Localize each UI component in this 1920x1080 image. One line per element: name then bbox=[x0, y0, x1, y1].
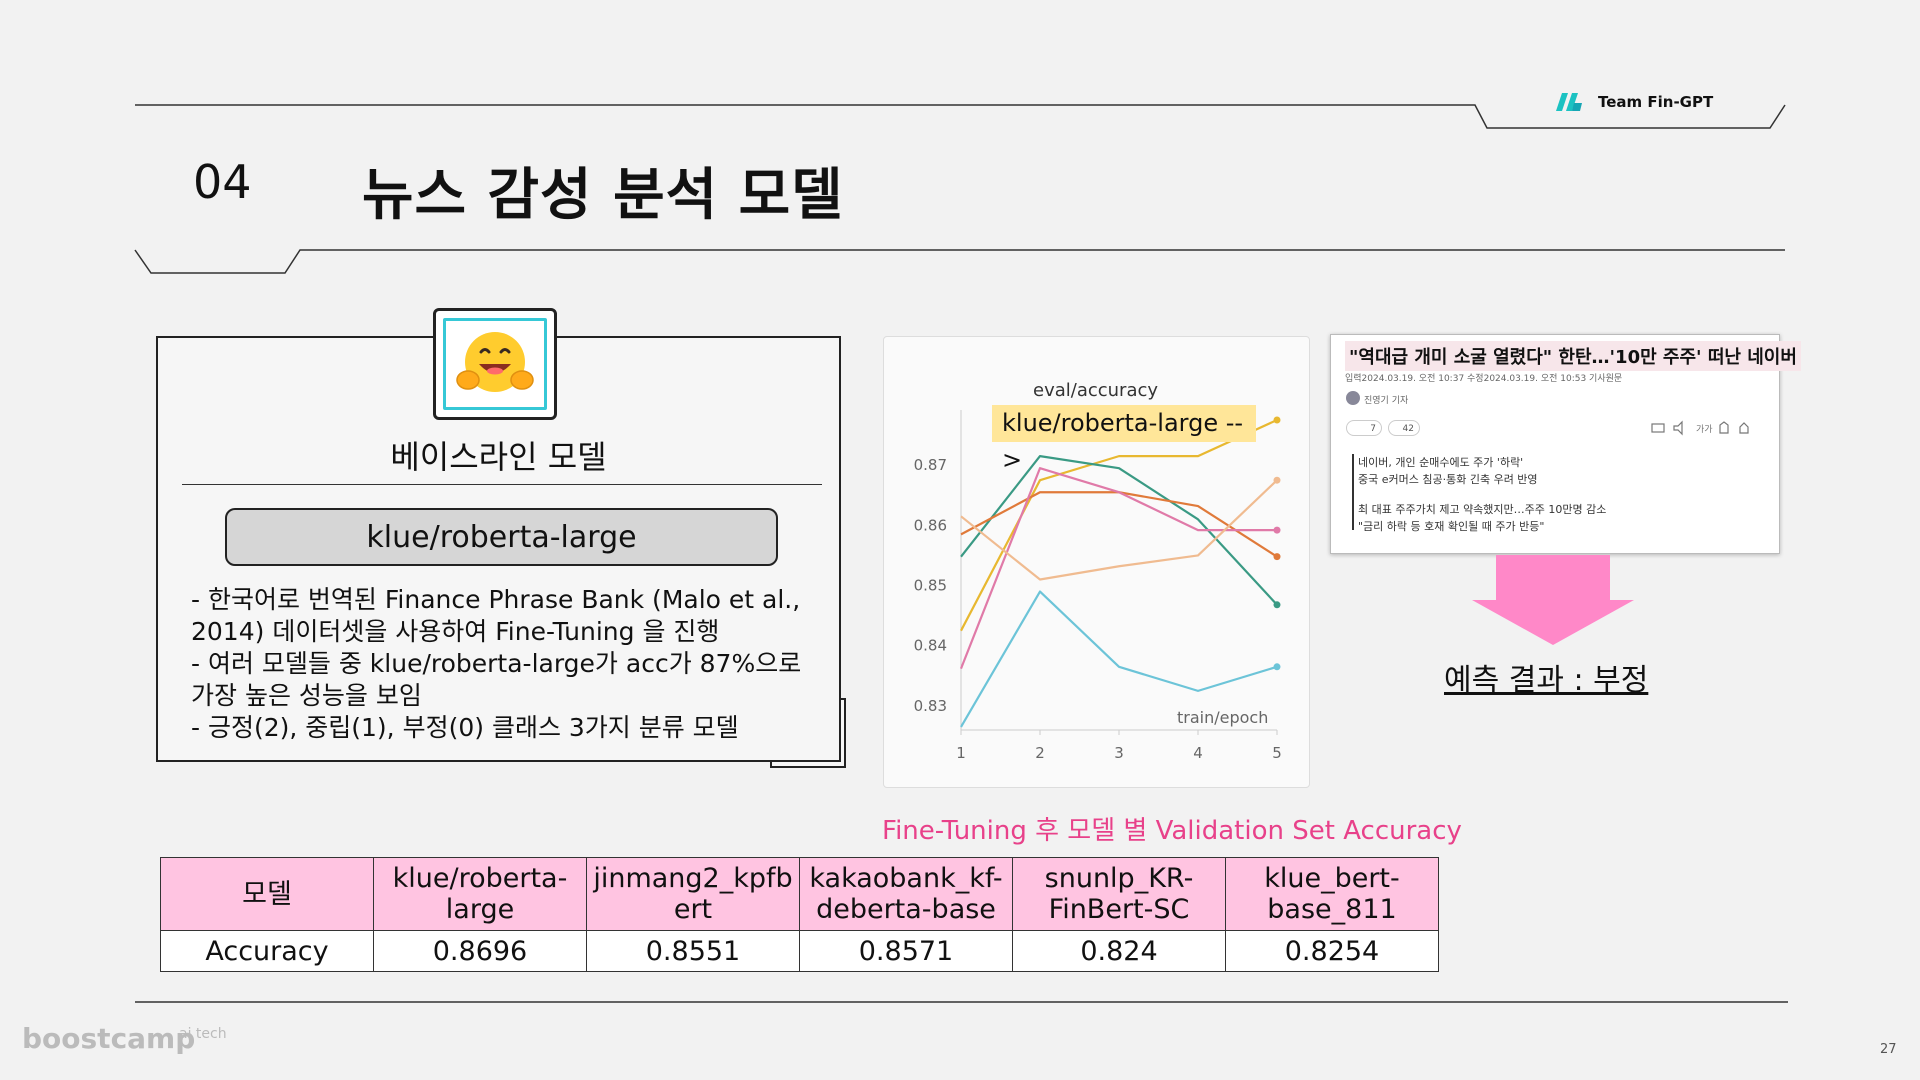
accuracy-table: 모델 klue/roberta-large jinmang2_kpfb ert k… bbox=[160, 857, 1439, 972]
audio-icon[interactable] bbox=[1673, 420, 1683, 436]
print-icon[interactable] bbox=[1651, 423, 1665, 433]
chart-series-end-point-1 bbox=[1273, 416, 1281, 424]
table-cell: 0.8551 bbox=[586, 930, 800, 972]
chart-x-tick-label: 1 bbox=[956, 744, 966, 762]
down-arrow-icon bbox=[1472, 555, 1634, 645]
table-caption: Fine-Tuning 후 모델 별 Validation Set Accura… bbox=[882, 816, 1462, 846]
news-meta: 입력2024.03.19. 오전 10:37 수정2024.03.19. 오전 … bbox=[1345, 374, 1623, 384]
reaction-like-count: 7 bbox=[1370, 424, 1376, 434]
chart-x-axis-label: train/epoch bbox=[1177, 708, 1269, 727]
chart-series-end-point-3 bbox=[1273, 553, 1281, 561]
chart-series-end-point-5 bbox=[1273, 476, 1281, 484]
chart-y-tick-label: 0.87 bbox=[914, 456, 947, 474]
chart-y-tick-label: 0.86 bbox=[914, 516, 947, 534]
table-cell: 0.8571 bbox=[799, 930, 1013, 972]
chart-series-end-point-4 bbox=[1273, 526, 1281, 534]
chart-series-end-point-2 bbox=[1273, 601, 1281, 609]
table-cell: 0.8254 bbox=[1225, 930, 1439, 972]
table-row-label: Accuracy bbox=[160, 930, 374, 972]
chart-x-tick-label: 4 bbox=[1193, 744, 1203, 762]
chart-series-line-4 bbox=[959, 467, 1277, 670]
chart-y-tick-label: 0.83 bbox=[914, 697, 947, 715]
chart-x-tick-label: 3 bbox=[1114, 744, 1124, 762]
news-summary-line: 중국 e커머스 침공·통화 긴축 우려 반영 bbox=[1358, 473, 1538, 486]
table-header-cell: klue_bert-base_811 bbox=[1225, 857, 1439, 931]
table-header-cell: jinmang2_kpfb ert bbox=[586, 857, 800, 931]
font-size-icon[interactable]: 가가 bbox=[1696, 424, 1713, 435]
reaction-like[interactable]: 7 bbox=[1346, 420, 1382, 436]
brand-logo-suffix: ai tech bbox=[179, 1026, 227, 1042]
chart-y-tick-label: 0.85 bbox=[914, 577, 947, 595]
table-header-cell: klue/roberta-large bbox=[373, 857, 587, 931]
reporter-avatar bbox=[1346, 391, 1360, 405]
chart-x-tick-label: 2 bbox=[1035, 744, 1045, 762]
table-cell: 0.8696 bbox=[373, 930, 587, 972]
brand-logo: boostcamp bbox=[22, 1022, 196, 1055]
summary-rule bbox=[1352, 454, 1354, 530]
table-row: Accuracy 0.8696 0.8551 0.8571 0.824 0.82… bbox=[160, 930, 1439, 972]
news-summary-line: 네이버, 개인 순매수에도 주가 '하락' bbox=[1358, 456, 1524, 469]
table-header-cell: kakaobank_kf-deberta-base bbox=[799, 857, 1013, 931]
table-header-cell: snunlp_KR- FinBert-SC bbox=[1012, 857, 1226, 931]
chart-callout: klue/roberta-large --> bbox=[992, 405, 1256, 474]
table-header-row: 모델 klue/roberta-large jinmang2_kpfb ert k… bbox=[160, 857, 1439, 931]
share-icon[interactable] bbox=[1739, 422, 1749, 434]
news-toolbar-icons: 가가 bbox=[1651, 420, 1749, 436]
bookmark-icon[interactable] bbox=[1719, 421, 1729, 434]
page-number: 27 bbox=[1880, 1042, 1897, 1057]
news-summary-line: "금리 하락 등 호재 확인될 때 주가 반등" bbox=[1358, 520, 1545, 533]
news-summary-line: 최 대표 주주가치 제고 약속했지만…주주 10만명 감소 bbox=[1358, 503, 1607, 516]
reaction-comment[interactable]: 42 bbox=[1388, 420, 1420, 436]
chart-series-line-6 bbox=[960, 590, 1278, 728]
table-cell: 0.824 bbox=[1012, 930, 1226, 972]
table-header-cell: 모델 bbox=[160, 857, 374, 931]
chart-series-end-point-6 bbox=[1273, 663, 1281, 671]
reaction-comment-count: 42 bbox=[1402, 424, 1414, 434]
chart-y-tick-label: 0.84 bbox=[914, 637, 947, 655]
chart-x-tick-label: 5 bbox=[1272, 744, 1282, 762]
news-headline: "역대급 개미 소굴 열렸다" 한탄…'10만 주주' 떠난 네이버 bbox=[1345, 341, 1801, 371]
news-reporter: 진영기 기자 bbox=[1364, 396, 1409, 406]
prediction-result: 예측 결과 : 부정 bbox=[1444, 663, 1649, 698]
